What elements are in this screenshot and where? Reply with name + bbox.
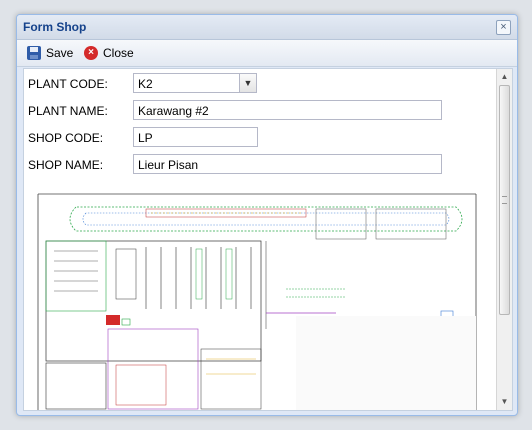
close-circle-icon: × [84, 46, 98, 60]
close-button[interactable]: × Close [84, 44, 134, 62]
shop-name-row: SHOP NAME: Lieur Pisan [28, 154, 508, 176]
scroll-up-arrow-icon[interactable]: ▲ [498, 70, 511, 84]
shop-code-row: SHOP CODE: LP [28, 127, 508, 149]
plant-code-row: PLANT CODE: K2 ▼ [28, 73, 508, 95]
close-icon[interactable]: × [496, 20, 511, 35]
floppy-disk-icon [27, 46, 41, 60]
scrollbar-thumb[interactable] [499, 85, 510, 315]
plant-name-row: PLANT NAME: Karawang #2 [28, 100, 508, 122]
window-titlebar[interactable]: Form Shop × [17, 15, 517, 40]
toolbar: Save × Close [17, 40, 517, 67]
vertical-scrollbar[interactable]: ▲ ▼ [496, 69, 512, 410]
close-button-label: Close [103, 46, 134, 60]
plant-name-field[interactable]: Karawang #2 [133, 100, 442, 120]
plant-code-combo[interactable]: K2 ▼ [133, 73, 257, 93]
save-button-label: Save [46, 46, 74, 60]
layout-drawing-image [37, 193, 477, 410]
shop-name-field[interactable]: Lieur Pisan [133, 154, 442, 174]
plant-name-label: PLANT NAME: [28, 104, 108, 118]
shop-code-field[interactable]: LP [133, 127, 258, 147]
save-button[interactable]: Save [27, 44, 73, 62]
window-title: Form Shop [23, 20, 87, 34]
plant-code-label: PLANT CODE: [28, 77, 108, 91]
chevron-down-icon[interactable]: ▼ [239, 74, 256, 92]
shop-layout-drawing [36, 179, 492, 410]
form-shop-window: Form Shop × Save × Close PLANT CODE: K2 … [16, 14, 518, 416]
form-panel: PLANT CODE: K2 ▼ PLANT NAME: Karawang #2… [23, 68, 513, 411]
scroll-down-arrow-icon[interactable]: ▼ [498, 395, 511, 409]
plant-code-value: K2 [138, 77, 153, 91]
shop-code-label: SHOP CODE: [28, 131, 104, 145]
shop-name-label: SHOP NAME: [28, 158, 104, 172]
